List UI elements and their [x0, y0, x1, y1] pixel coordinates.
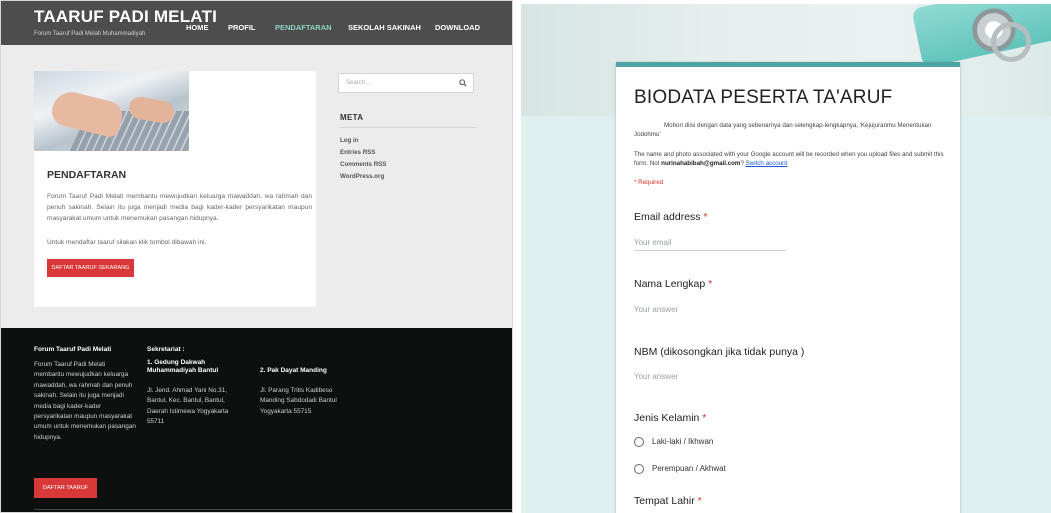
footer-col2-subtitle: 1. Gedung Dakwah Muhammadiyah Bantul [147, 359, 219, 374]
nav-home[interactable]: HOME [186, 23, 209, 32]
meta-link-wordpress[interactable]: WordPress.org [340, 173, 384, 180]
nav-sekolah-sakinah[interactable]: SEKOLAH SAKINAH [348, 23, 421, 32]
required-star: * [703, 211, 708, 223]
google-form-screenshot: BIODATA PESERTA TA'ARUF Mohon diisi deng… [521, 4, 1051, 513]
account-notice: The name and photo associated with your … [634, 151, 954, 168]
nbm-input[interactable]: Your answer [634, 372, 678, 381]
meta-heading: META [340, 113, 364, 122]
intro-text: Forum Taaruf Padi Melati membantu mewuju… [47, 193, 312, 222]
nav-pendaftaran[interactable]: PENDAFTARAN [275, 23, 332, 32]
form-card: BIODATA PESERTA TA'ARUF Mohon diisi deng… [616, 62, 960, 513]
required-star: * [702, 412, 707, 424]
site-tagline: Forum Taaruf Padi Melati Muhammadiyah [34, 31, 146, 37]
email-input-underline [634, 250, 786, 251]
footer-col1-text: Forum Taaruf Padi Melati membantu mewuju… [34, 361, 136, 441]
question-tempat-lahir: Tempat Lahir * [634, 495, 702, 507]
form-description: Mohon diisi dengan data yang sebenarnya … [634, 122, 932, 138]
site-header: TAARUF PADI MELATI Forum Taaruf Padi Mel… [1, 1, 512, 45]
switch-account-link[interactable]: Switch account [746, 160, 788, 167]
account-email: nurinahabibah@gmail.com [661, 159, 741, 167]
radio-perempuan[interactable] [634, 464, 644, 474]
nav-profil[interactable]: PROFIL [228, 23, 256, 32]
instruction-text: Untuk mendaftar taaruf silakan klik tomb… [47, 239, 207, 246]
nav-download[interactable]: DOWNLOAD [435, 23, 480, 32]
question-email: Email address * [634, 211, 708, 223]
footer-col2-title: Sekretariat : [147, 346, 185, 353]
required-star: * [697, 495, 702, 507]
question-nama-label: Nama Lengkap [634, 278, 706, 290]
meta-link-comments-rss[interactable]: Comments RSS [340, 161, 386, 168]
footer-divider [34, 509, 512, 510]
search-icon[interactable] [459, 79, 467, 87]
page-title: PENDAFTARAN [47, 169, 127, 181]
radio-perempuan-label[interactable]: Perempuan / Akhwat [652, 464, 726, 473]
question-nama: Nama Lengkap * [634, 278, 712, 290]
search-input[interactable]: Search ... [338, 73, 474, 93]
footer-col3-subtitle: 2. Pak Dayat Manding [260, 367, 327, 374]
radio-laki-laki-label[interactable]: Laki-laki / Ikhwan [652, 437, 713, 446]
required-note: * Required [634, 179, 664, 186]
meta-link-login[interactable]: Log in [340, 137, 359, 144]
question-nbm: NBM (dikosongkan jika tidak punya ) [634, 346, 805, 358]
footer-register-button[interactable]: DAFTAR TAARUF [34, 478, 97, 498]
question-jenis-kelamin: Jenis Kelamin * [634, 412, 706, 424]
register-now-button[interactable]: DAFTAR TAARUF SEKARANG [47, 259, 134, 277]
footer-col3-address: Jl. Parang Tritis Kadibeso Manding Sabdo… [260, 387, 337, 415]
required-star: * [708, 278, 713, 290]
site-footer: Forum Taaruf Padi Melati Forum Taaruf Pa… [1, 328, 512, 512]
footer-col1-title: Forum Taaruf Padi Melati [34, 346, 112, 353]
form-title: BIODATA PESERTA TA'ARUF [634, 87, 893, 108]
question-tempat-label: Tempat Lahir [634, 495, 695, 507]
meta-divider [340, 127, 476, 128]
footer-col2-address: Jl. Jend. Ahmad Yani No.31, Bantul, Kec.… [147, 387, 229, 426]
nama-input[interactable]: Your answer [634, 305, 678, 314]
search-placeholder: Search ... [346, 80, 372, 86]
email-input[interactable]: Your email [634, 238, 672, 247]
radio-laki-laki[interactable] [634, 437, 644, 447]
question-jenis-label: Jenis Kelamin [634, 412, 700, 424]
question-email-label: Email address [634, 211, 701, 223]
ring-band-image [991, 22, 1031, 62]
hero-image-typing [34, 71, 189, 151]
meta-link-entries-rss[interactable]: Entries RSS [340, 149, 375, 156]
content-card: PENDAFTARAN Forum Taaruf Padi Melati mem… [34, 71, 316, 307]
website-screenshot: TAARUF PADI MELATI Forum Taaruf Padi Mel… [0, 0, 513, 513]
account-notice-question: ? [740, 159, 744, 167]
